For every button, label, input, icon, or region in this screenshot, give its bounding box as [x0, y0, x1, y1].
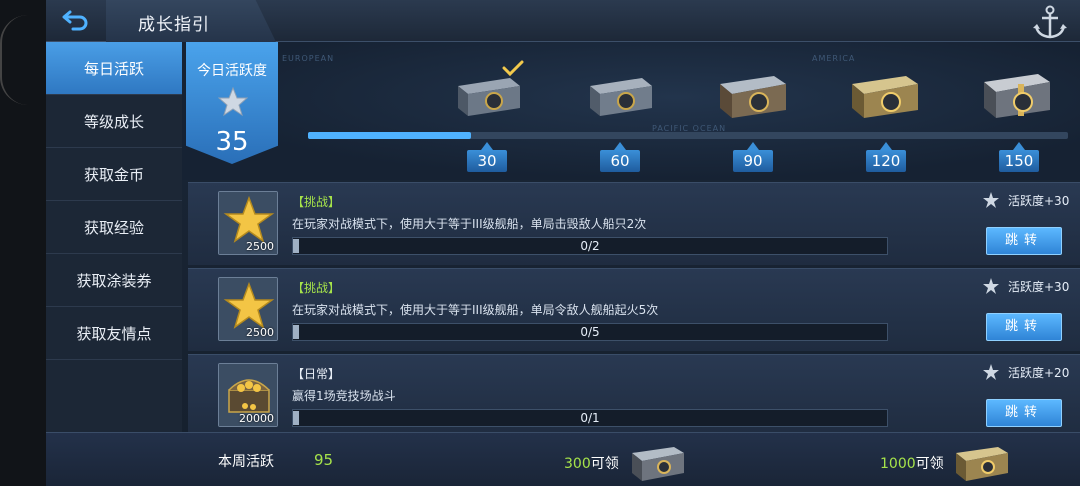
- weekly-activity-label: 本周活跃: [218, 454, 274, 470]
- map-label: AMERICA: [812, 54, 856, 63]
- reward-chest-120[interactable]: [846, 64, 922, 124]
- star-icon: [983, 192, 999, 208]
- star-icon: [983, 278, 999, 294]
- back-button[interactable]: [56, 5, 96, 35]
- activity-track: [308, 132, 1068, 139]
- chest-icon: [852, 76, 918, 118]
- sidebar-item-get-friendship[interactable]: 获取友情点: [46, 307, 182, 360]
- task-row: 2500 【挑战】 在玩家对战模式下，使用大于等于III级舰船，单局击毁敌人船只…: [188, 182, 1080, 265]
- activity-track-fill: [308, 132, 472, 139]
- task-reward-text: 活跃度+30: [1008, 193, 1070, 208]
- task-progress-text: 0/1: [580, 411, 600, 425]
- reward-chest-60[interactable]: [582, 64, 658, 124]
- map-label: EUROPEAN: [282, 54, 335, 63]
- task-icon: 20000: [218, 363, 278, 427]
- today-activity-label: 今日活跃度: [197, 63, 267, 79]
- chest-icon: [984, 74, 1050, 118]
- task-icon: 2500: [218, 191, 278, 255]
- weekly-claim-300: 300可领: [564, 456, 619, 472]
- task-list[interactable]: 2500 【挑战】 在玩家对战模式下，使用大于等于III级舰船，单局击毁敌人船只…: [188, 182, 1080, 432]
- weekly-claim-1000: 1000可领: [880, 456, 944, 472]
- sidebar-item-get-exp[interactable]: 获取经验: [46, 201, 182, 254]
- chest-icon: [720, 76, 786, 118]
- reward-chest-150[interactable]: [978, 64, 1054, 124]
- anchor-icon[interactable]: [1030, 2, 1070, 42]
- milestone-120: 120: [866, 142, 906, 172]
- star-icon: [983, 364, 999, 380]
- task-progress-bar: 0/2: [292, 237, 888, 255]
- sidebar-item-get-gold[interactable]: 获取金币: [46, 148, 182, 201]
- task-progress-text: 0/5: [580, 325, 600, 339]
- jump-button[interactable]: 跳转: [986, 399, 1062, 427]
- back-arrow-icon: [62, 10, 88, 31]
- activity-progress-panel: EUROPEAN PACIFIC OCEAN AMERICA 今日活跃度 35: [182, 42, 1080, 180]
- task-progress-bar: 0/5: [292, 323, 888, 341]
- today-activity-value: 35: [215, 127, 249, 157]
- star-icon: [218, 87, 248, 117]
- task-description: 赢得1场竞技场战斗: [292, 389, 396, 403]
- chest-icon: [590, 78, 652, 116]
- sidebar-item-level-growth[interactable]: 等级成长: [46, 95, 182, 148]
- reward-chest-90[interactable]: [714, 64, 790, 124]
- task-row: 2500 【挑战】 在玩家对战模式下，使用大于等于III级舰船，单局令敌人舰船起…: [188, 268, 1080, 351]
- weekly-activity-bar: 本周活跃 95 300可领 1000可领: [46, 432, 1080, 486]
- milestone-90: 90: [733, 142, 773, 172]
- task-reward-text: 活跃度+30: [1008, 279, 1070, 294]
- screen-edge: [0, 0, 46, 486]
- page-title: 成长指引: [138, 15, 210, 35]
- task-tag: 【挑战】: [292, 195, 341, 209]
- milestone-60: 60: [600, 142, 640, 172]
- sidebar: 每日活跃 等级成长 获取金币 获取经验 获取涂装券 获取友情点: [46, 42, 182, 432]
- task-tag: 【挑战】: [292, 281, 341, 295]
- reward-chest-30[interactable]: [450, 60, 526, 124]
- weekly-activity-value: 95: [314, 451, 334, 469]
- task-description: 在玩家对战模式下，使用大于等于III级舰船，单局令敌人舰船起火5次: [292, 303, 659, 317]
- sidebar-item-daily-activity[interactable]: 每日活跃: [46, 42, 182, 95]
- task-icon: 2500: [218, 277, 278, 341]
- weekly-chest-300[interactable]: [628, 437, 688, 485]
- jump-button[interactable]: 跳转: [986, 313, 1062, 341]
- task-reward: 活跃度+20: [982, 363, 1069, 381]
- today-activity-badge: 今日活跃度 35: [186, 42, 278, 164]
- task-reward: 活跃度+30: [982, 191, 1069, 209]
- task-tag: 【日常】: [292, 367, 341, 381]
- task-description: 在玩家对战模式下，使用大于等于III级舰船，单局击毁敌人船只2次: [292, 217, 647, 231]
- task-row: 20000 【日常】 赢得1场竞技场战斗 0/1 活跃度+20 跳转: [188, 354, 1080, 432]
- task-reward: 活跃度+30: [982, 277, 1069, 295]
- weekly-chest-1000[interactable]: [952, 437, 1012, 485]
- milestone-150: 150: [999, 142, 1039, 172]
- growth-guide-window: 成长指引 每日活跃 等级成长 获取金币 获取经验 获取涂装券 获取友情点 EUR…: [46, 0, 1080, 486]
- top-bar: 成长指引: [46, 0, 1080, 42]
- chest-icon: [956, 447, 1008, 481]
- chest-icon: [632, 447, 684, 481]
- checkmark-icon: [502, 60, 524, 76]
- jump-button[interactable]: 跳转: [986, 227, 1062, 255]
- task-reward-text: 活跃度+20: [1008, 365, 1070, 380]
- sidebar-item-get-skin-coupon[interactable]: 获取涂装券: [46, 254, 182, 307]
- task-progress-text: 0/2: [580, 239, 600, 253]
- task-progress-bar: 0/1: [292, 409, 888, 427]
- milestone-30: 30: [467, 142, 507, 172]
